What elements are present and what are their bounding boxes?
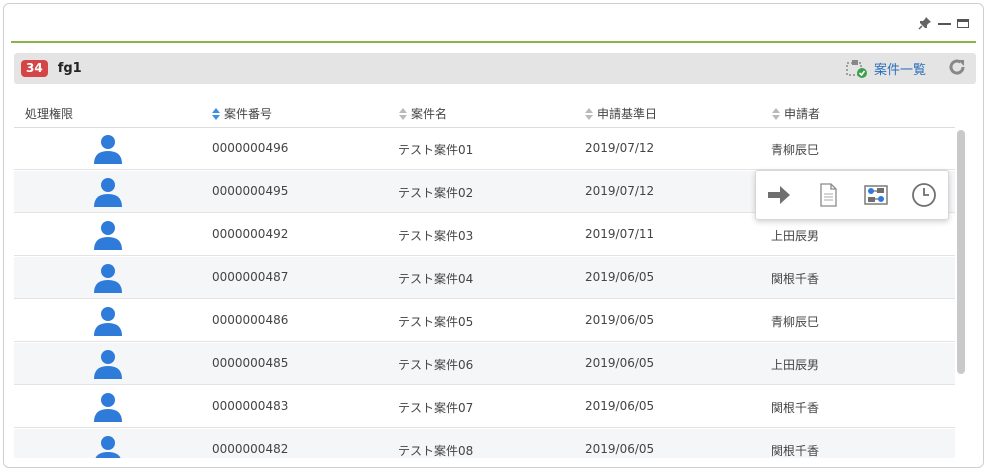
sort-icon <box>399 107 408 120</box>
header-case-name[interactable]: 案件名 <box>399 105 447 122</box>
sort-icon <box>212 107 221 120</box>
sort-icon <box>772 107 781 120</box>
apply-date: 2019/07/12 <box>585 141 655 155</box>
case-no: 0000000483 <box>212 399 289 413</box>
applicant: 青柳辰巳 <box>771 143 820 157</box>
applicant: 関根千香 <box>771 444 820 458</box>
case-name: テスト案件08 <box>398 444 474 458</box>
applicant: 上田辰男 <box>771 358 820 372</box>
case-no: 0000000485 <box>212 356 289 370</box>
applicant: 関根千香 <box>771 401 820 415</box>
case-no: 0000000487 <box>212 270 289 284</box>
apply-date: 2019/06/05 <box>585 442 655 456</box>
user-icon[interactable] <box>92 177 124 207</box>
user-icon[interactable] <box>92 349 124 379</box>
table-row[interactable]: 0000000487 テスト案件04 2019/06/05 関根千香 <box>14 257 955 299</box>
user-icon[interactable] <box>92 134 124 164</box>
list-titlebar: 34 fg1 案件一覧 <box>14 53 976 84</box>
table-row[interactable]: 0000000483 テスト案件07 2019/06/05 関根千香 <box>14 386 955 428</box>
row-action-popup <box>755 170 949 220</box>
table-row[interactable]: 0000000492 テスト案件03 2019/07/11 上田辰男 <box>14 214 955 256</box>
case-name: テスト案件06 <box>398 358 474 372</box>
header-case-no[interactable]: 案件番号 <box>212 105 272 122</box>
table-row[interactable]: 0000000485 テスト案件06 2019/06/05 上田辰男 <box>14 343 955 385</box>
case-no: 0000000496 <box>212 141 289 155</box>
table-header: 処理権限 案件番号 案件名 申請基準日 申請者 <box>14 100 955 128</box>
case-list-icon <box>846 59 867 78</box>
table-row[interactable]: 0000000486 テスト案件05 2019/06/05 青柳辰巳 <box>14 300 955 342</box>
header-permission: 処理権限 <box>25 105 73 122</box>
case-name: テスト案件01 <box>398 143 474 157</box>
apply-date: 2019/06/05 <box>585 313 655 327</box>
case-name: テスト案件04 <box>398 272 474 286</box>
case-name: テスト案件02 <box>398 186 474 200</box>
clock-icon[interactable] <box>911 182 937 208</box>
arrow-right-icon[interactable] <box>766 182 792 208</box>
case-list-link[interactable]: 案件一覧 <box>846 59 926 79</box>
applicant: 青柳辰巳 <box>771 315 820 329</box>
header-date[interactable]: 申請基準日 <box>585 105 657 122</box>
applicant: 関根千香 <box>771 272 820 286</box>
apply-date: 2019/07/11 <box>585 227 655 241</box>
case-name: テスト案件07 <box>398 401 474 415</box>
user-icon[interactable] <box>92 435 124 458</box>
maximize-icon[interactable] <box>957 18 969 28</box>
header-permission-label: 処理権限 <box>25 107 74 121</box>
minimize-icon[interactable] <box>938 23 951 25</box>
case-name: テスト案件05 <box>398 315 474 329</box>
case-name: テスト案件03 <box>398 229 474 243</box>
count-badge: 34 <box>21 60 48 77</box>
header-applicant-label: 申請者 <box>784 107 821 121</box>
table-row[interactable]: 0000000482 テスト案件08 2019/06/05 関根千香 <box>14 429 955 458</box>
pin-icon[interactable] <box>918 16 932 30</box>
case-no: 0000000486 <box>212 313 289 327</box>
table-row[interactable]: 0000000496 テスト案件01 2019/07/12 青柳辰巳 <box>14 128 955 170</box>
case-no: 0000000482 <box>212 442 289 456</box>
header-date-label: 申請基準日 <box>597 107 658 121</box>
apply-date: 2019/07/12 <box>585 184 655 198</box>
document-icon[interactable] <box>815 182 841 208</box>
apply-date: 2019/06/05 <box>585 270 655 284</box>
scrollbar-thumb[interactable] <box>957 130 965 374</box>
case-no: 0000000495 <box>212 184 289 198</box>
user-icon[interactable] <box>92 392 124 422</box>
header-divider <box>11 41 976 43</box>
apply-date: 2019/06/05 <box>585 399 655 413</box>
refresh-icon[interactable] <box>948 58 966 79</box>
case-no: 0000000492 <box>212 227 289 241</box>
header-case-no-label: 案件番号 <box>224 107 273 121</box>
window-controls <box>918 16 969 30</box>
sort-icon <box>585 107 594 120</box>
list-title: fg1 <box>57 61 82 76</box>
header-case-name-label: 案件名 <box>411 107 448 121</box>
case-list-label: 案件一覧 <box>873 63 926 78</box>
vertical-scrollbar[interactable] <box>956 128 966 458</box>
flow-icon[interactable] <box>863 182 889 208</box>
apply-date: 2019/06/05 <box>585 356 655 370</box>
user-icon[interactable] <box>92 306 124 336</box>
titlebar-actions: 案件一覧 <box>846 58 966 79</box>
user-icon[interactable] <box>92 220 124 250</box>
applicant: 上田辰男 <box>771 229 820 243</box>
user-icon[interactable] <box>92 263 124 293</box>
header-applicant[interactable]: 申請者 <box>772 105 820 122</box>
